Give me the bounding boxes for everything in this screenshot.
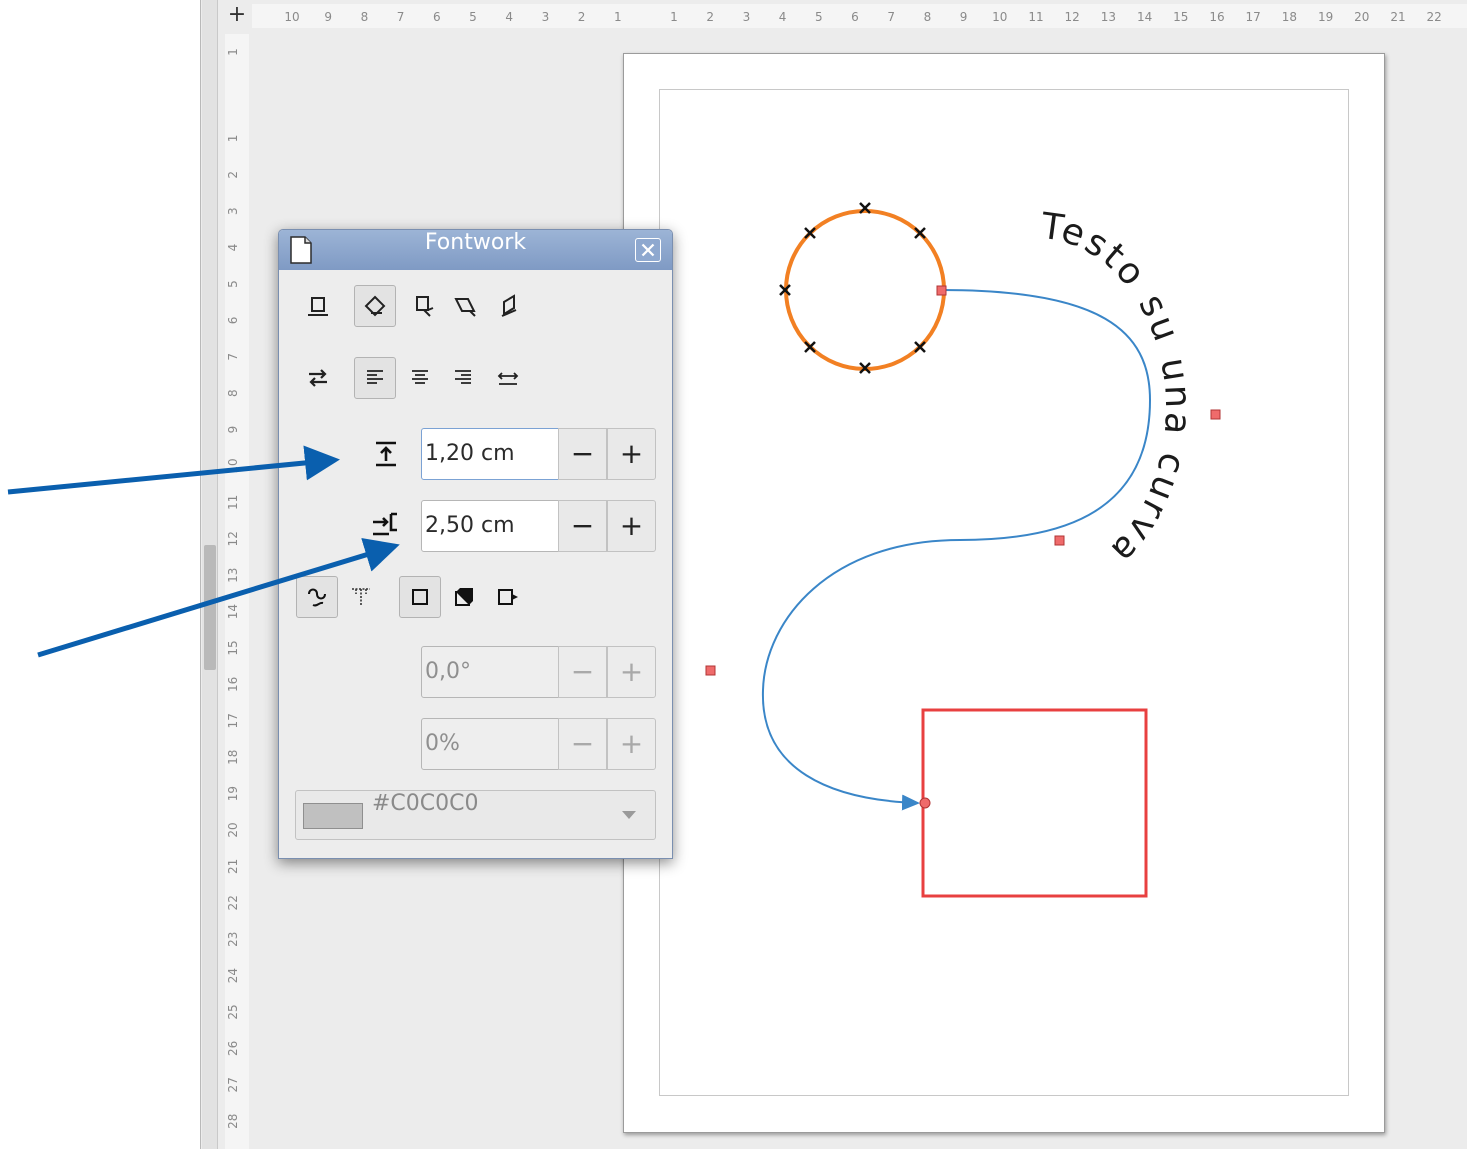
annotation-overlay	[7, 445, 400, 658]
annotation-arrow-distance	[7, 445, 340, 495]
annotation-arrow-indent	[37, 538, 400, 658]
